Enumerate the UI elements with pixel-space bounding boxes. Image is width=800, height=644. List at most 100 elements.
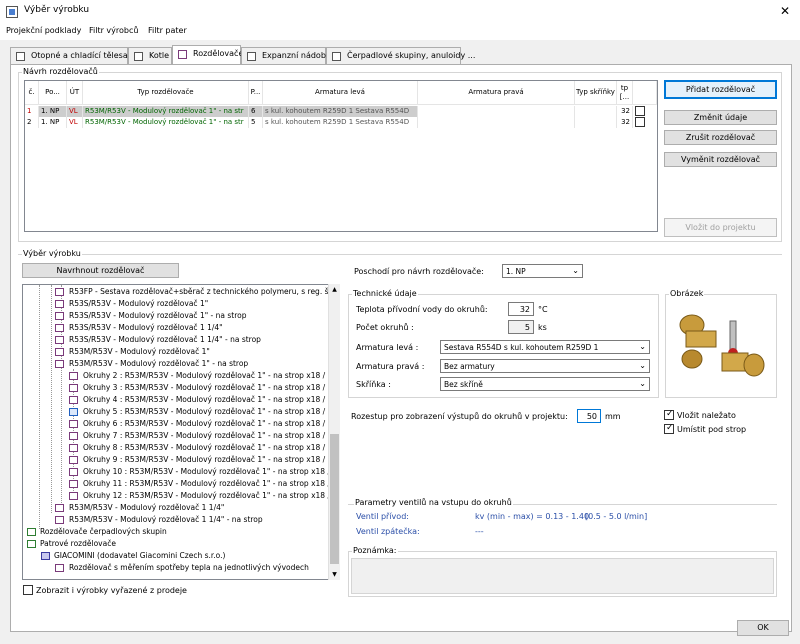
menu-projekcni-podklady[interactable]: Projekční podklady bbox=[6, 26, 81, 35]
tree-node[interactable]: Rozdělovač s měřením spotřeby tepla na j… bbox=[55, 562, 309, 574]
tree-node-label: Okruhy 6 : R53M/R53V - Modulový rozdělov… bbox=[83, 419, 333, 428]
menu-filtr-vyrobcu[interactable]: Filtr výrobců bbox=[89, 26, 138, 35]
tree-node[interactable]: Okruhy 3 : R53M/R53V - Modulový rozdělov… bbox=[69, 382, 332, 394]
tree-node-r53fp[interactable]: R53FP - Sestava rozdělovač+sběrač z tech… bbox=[55, 286, 339, 298]
arm-left-select[interactable]: Sestava R554D s kul. kohoutem R259D 1 ⌄ bbox=[440, 340, 650, 354]
design-manifold-button[interactable]: Navrhnout rozdělovač bbox=[22, 263, 179, 278]
spacing-input[interactable]: 50 bbox=[577, 409, 601, 423]
tree-node-label: Okruhy 3 : R53M/R53V - Modulový rozdělov… bbox=[83, 383, 333, 392]
col-header-skrin[interactable]: Typ skříňky bbox=[575, 81, 617, 105]
col-header-arm-prava[interactable]: Armatura pravá bbox=[418, 81, 575, 105]
col-header-check bbox=[633, 81, 657, 105]
scroll-thumb[interactable] bbox=[330, 434, 339, 564]
place-under-ceiling-label: Umístit pod strop bbox=[677, 425, 747, 434]
tree-node[interactable]: Okruhy 4 : R53M/R53V - Modulový rozdělov… bbox=[69, 394, 332, 406]
col-header-num[interactable]: č. bbox=[25, 81, 39, 105]
insert-lying-label: Vložit naležato bbox=[677, 411, 736, 420]
tree-node[interactable]: R53M/R53V - Modulový rozdělovač 1 1/4" -… bbox=[55, 514, 263, 526]
row-checkbox[interactable] bbox=[635, 106, 645, 116]
floor-select[interactable]: 1. NP ⌄ bbox=[502, 264, 583, 278]
tree-node-patrove[interactable]: Patrové rozdělovače bbox=[27, 538, 116, 550]
valve-return-value: --- bbox=[475, 527, 484, 536]
add-manifold-button[interactable]: Přidat rozdělovač bbox=[664, 80, 777, 99]
tab-label: Rozdělovače bbox=[193, 49, 244, 58]
tree-node[interactable]: Okruhy 8 : R53M/R53V - Modulový rozdělov… bbox=[69, 442, 332, 454]
tab-otopne-telesa[interactable]: Otopné a chladící tělesa bbox=[10, 47, 128, 64]
tab-label: Čerpadlové skupiny, anuloidy ... bbox=[347, 51, 476, 60]
tree-node[interactable]: Okruhy 9 : R53M/R53V - Modulový rozdělov… bbox=[69, 454, 332, 466]
tree-scrollbar[interactable]: ▲ ▼ bbox=[328, 284, 340, 580]
ok-button[interactable]: OK bbox=[737, 620, 789, 636]
circuits-label: Počet okruhů : bbox=[356, 323, 414, 332]
change-data-button[interactable]: Změnit údaje bbox=[664, 110, 777, 125]
cabinet-select[interactable]: Bez skříně ⌄ bbox=[440, 377, 650, 391]
tree-node-giacomini[interactable]: GIACOMINI (dodavatel Giacomini Czech s.r… bbox=[41, 550, 225, 562]
supply-temp-input[interactable]: 32 bbox=[508, 302, 534, 316]
manifold-node-icon bbox=[55, 312, 64, 320]
menu-filtr-pater[interactable]: Filtr pater bbox=[148, 26, 187, 35]
row-checkbox[interactable] bbox=[635, 117, 645, 127]
valve-supply-range: [0.5 - 5.0 l/min] bbox=[585, 512, 648, 521]
tree-node[interactable]: R53M/R53V - Modulový rozdělovač 1 1/4" bbox=[55, 502, 224, 514]
tree-node[interactable]: R53M/R53V - Modulový rozdělovač 1" - na … bbox=[55, 358, 248, 370]
tree-node[interactable]: R53S/R53V - Modulový rozdělovač 1 1/4" -… bbox=[55, 334, 261, 346]
tree-node[interactable]: R53S/R53V - Modulový rozdělovač 1 1/4" bbox=[55, 322, 223, 334]
valve-supply-label: Ventil přívod: bbox=[356, 512, 409, 521]
floor-label: Poschodí pro návrh rozdělovače: bbox=[354, 267, 484, 276]
tree-node-cerpadlove-skupiny[interactable]: Rozdělovače čerpadlových skupin bbox=[27, 526, 167, 538]
place-under-ceiling-checkbox[interactable] bbox=[664, 423, 674, 434]
tree-node-label: R53S/R53V - Modulový rozdělovač 1 1/4" -… bbox=[69, 335, 261, 344]
col-header-tp[interactable]: tp [... bbox=[617, 81, 633, 105]
tree-node[interactable]: R53S/R53V - Modulový rozdělovač 1" bbox=[55, 298, 208, 310]
cancel-manifold-button[interactable]: Zrušit rozdělovač bbox=[664, 130, 777, 145]
insert-lying-checkbox[interactable] bbox=[664, 409, 674, 420]
category-tree-icon bbox=[27, 528, 36, 536]
tree-node[interactable]: Okruhy 2 : R53M/R53V - Modulový rozdělov… bbox=[69, 370, 332, 382]
col-header-arm-leva[interactable]: Armatura levá bbox=[263, 81, 418, 105]
row-np: 1. NP bbox=[39, 117, 67, 128]
product-tree[interactable]: R53FP - Sestava rozdělovač+sběrač z tech… bbox=[22, 284, 340, 580]
table-row[interactable]: 2 1. NP VL R53M/R53V - Modulový rozdělov… bbox=[25, 117, 657, 128]
close-button[interactable]: ✕ bbox=[776, 2, 794, 20]
tab-kotle[interactable]: Kotle bbox=[128, 47, 172, 64]
menu-bar: Projekční podklady Filtr výrobců Filtr p… bbox=[0, 24, 800, 40]
col-header-p[interactable]: P... bbox=[249, 81, 263, 105]
floor-select-value: 1. NP bbox=[506, 267, 526, 276]
tree-node[interactable]: Okruhy 6 : R53M/R53V - Modulový rozdělov… bbox=[69, 418, 332, 430]
tab-rozdelovace[interactable]: Rozdělovače bbox=[172, 45, 244, 65]
tree-node[interactable]: Okruhy 12 : R53M/R53V - Modulový rozdělo… bbox=[69, 490, 339, 502]
tree-node[interactable]: Okruhy 11 : R53M/R53V - Modulový rozdělo… bbox=[69, 478, 339, 490]
insert-into-project-button[interactable]: Vložit do projektu bbox=[664, 218, 777, 237]
col-header-np[interactable]: Po... bbox=[39, 81, 67, 105]
tree-node-label: R53S/R53V - Modulový rozdělovač 1 1/4" bbox=[69, 323, 223, 332]
scroll-up-icon[interactable]: ▲ bbox=[330, 286, 339, 293]
note-textarea[interactable] bbox=[351, 558, 774, 594]
arm-right-select[interactable]: Bez armatury ⌄ bbox=[440, 359, 650, 373]
manifold-node-icon bbox=[69, 456, 78, 464]
row-skrin bbox=[575, 106, 617, 117]
table-row[interactable]: 1 1. NP VL R53M/R53V - Modulový rozdělov… bbox=[25, 106, 657, 117]
tree-node-label: R53S/R53V - Modulový rozdělovač 1" bbox=[69, 299, 209, 308]
tree-node[interactable]: Okruhy 10 : R53M/R53V - Modulový rozdělo… bbox=[69, 466, 339, 478]
manifold-node-icon bbox=[69, 480, 78, 488]
tree-node-label: GIACOMINI (dodavatel Giacomini Czech s.r… bbox=[54, 551, 226, 560]
tab-expanzni-nadoby[interactable]: Expanzní nádoby bbox=[241, 47, 331, 64]
valve-pipe-shape bbox=[685, 330, 717, 348]
col-header-ut[interactable]: ÚT bbox=[67, 81, 83, 105]
tree-node-label: R53M/R53V - Modulový rozdělovač 1" - na … bbox=[69, 359, 249, 368]
row-np: 1. NP bbox=[39, 106, 67, 117]
tree-node-label: Rozdělovač s měřením spotřeby tepla na j… bbox=[69, 563, 309, 572]
show-discontinued-checkbox[interactable] bbox=[23, 585, 33, 595]
tree-node-selected[interactable]: Okruhy 5 : R53M/R53V - Modulový rozdělov… bbox=[69, 406, 332, 418]
col-header-typ[interactable]: Typ rozdělovače bbox=[83, 81, 249, 105]
tree-node[interactable]: R53S/R53V - Modulový rozdělovač 1" - na … bbox=[55, 310, 247, 322]
swap-manifold-button[interactable]: Vyměnit rozdělovač bbox=[664, 152, 777, 167]
manifold-node-icon bbox=[69, 492, 78, 500]
expansion-tank-icon bbox=[247, 52, 256, 61]
tree-node[interactable]: R53M/R53V - Modulový rozdělovač 1" bbox=[55, 346, 210, 358]
tab-cerpadlove-skupiny[interactable]: Čerpadlové skupiny, anuloidy ... bbox=[326, 47, 475, 64]
manifold-selected-icon bbox=[69, 408, 78, 416]
tree-node[interactable]: Okruhy 7 : R53M/R53V - Modulový rozdělov… bbox=[69, 430, 332, 442]
scroll-down-icon[interactable]: ▼ bbox=[330, 571, 339, 578]
circuits-field: 5 bbox=[508, 320, 534, 334]
